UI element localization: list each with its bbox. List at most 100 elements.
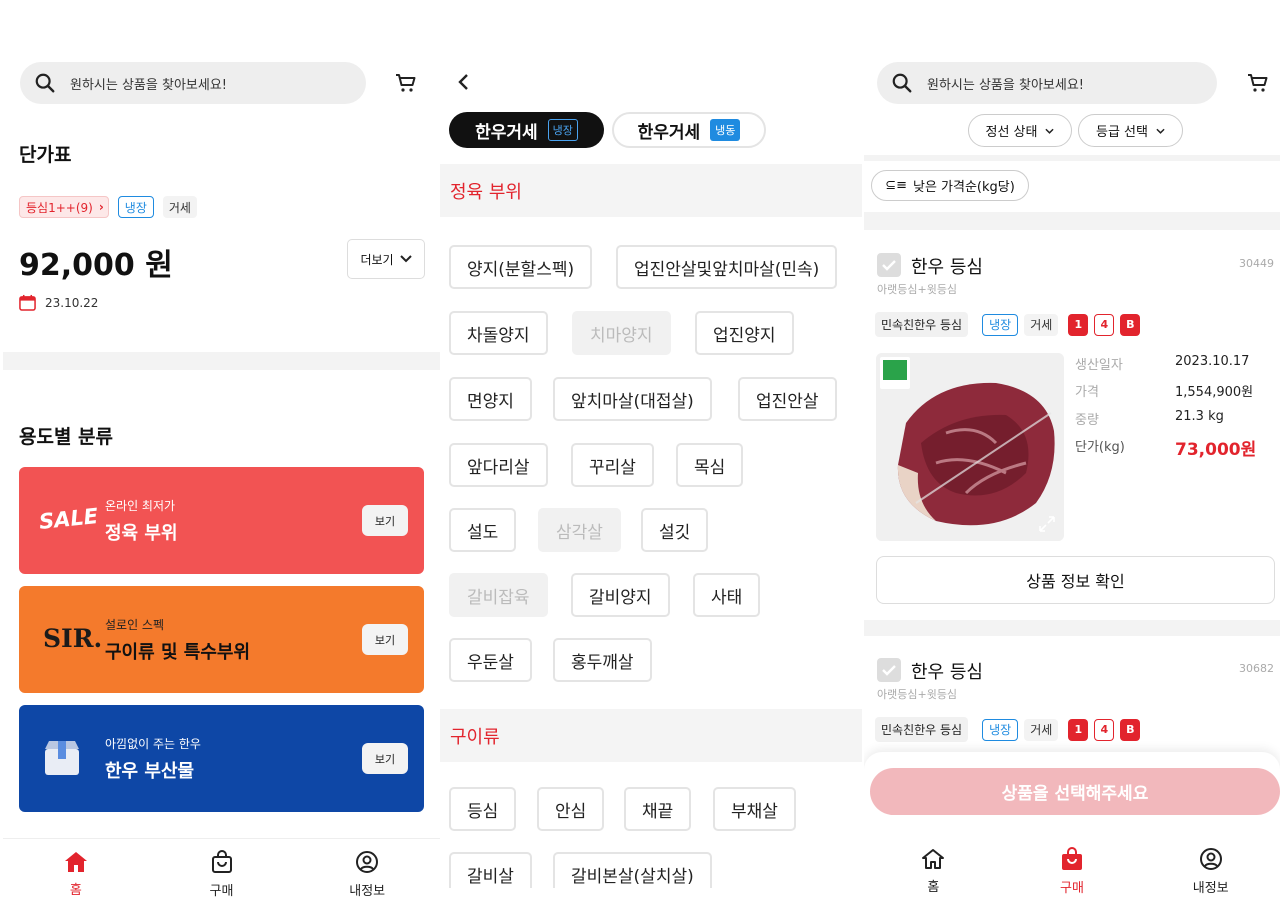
- product-info-button[interactable]: 상품 정보 확인: [876, 556, 1275, 604]
- card-subtitle: 설로인 스펙: [105, 618, 165, 632]
- nav-home[interactable]: 홈: [864, 832, 1003, 910]
- part-chip[interactable]: 사태: [693, 573, 761, 617]
- divider: [864, 620, 1280, 636]
- part-chip[interactable]: 채끝: [624, 787, 692, 831]
- part-chip-disabled: 치마양지: [572, 311, 671, 355]
- nav-buy-label: 구매: [1060, 880, 1084, 896]
- nav-home[interactable]: 홈: [3, 839, 149, 910]
- weight-value: 21.3 kg: [1175, 409, 1224, 424]
- tab-frozen[interactable]: 한우거세 냉동: [612, 112, 766, 148]
- part-chip[interactable]: 앞다리살: [449, 443, 548, 487]
- grade-chip-label: 등심1++(9): [26, 200, 93, 215]
- nav-myinfo[interactable]: 내정보: [1141, 832, 1280, 910]
- storage-badge: 냉장: [117, 196, 154, 218]
- view-button[interactable]: 보기: [362, 743, 408, 774]
- product-name: 한우 등심: [911, 257, 983, 278]
- price-value: 92,000 원: [19, 248, 173, 283]
- nav-buy[interactable]: 구매: [1003, 832, 1142, 910]
- tab-chilled[interactable]: 한우거세 냉장: [449, 112, 604, 148]
- search-bar[interactable]: 원하시는 상품을 찾아보세요!: [20, 62, 366, 104]
- prod-date-value: 2023.10.17: [1175, 354, 1250, 369]
- product-card: 한우 등심 30449 아랫등심+윗등심 민속친한우 등심 냉장 거세 1 4 …: [864, 230, 1280, 620]
- tab-badge: 냉장: [547, 119, 578, 141]
- search-bar[interactable]: 원하시는 상품을 찾아보세요!: [877, 62, 1217, 104]
- cart-icon[interactable]: [1246, 71, 1270, 95]
- nav-myinfo-label: 내정보: [349, 884, 386, 899]
- chevron-down-icon: [399, 255, 412, 263]
- chevron-down-icon: [1045, 128, 1055, 134]
- part-chip[interactable]: 설깃: [641, 508, 709, 552]
- filter-state-label: 정선 상태: [985, 125, 1038, 140]
- box-icon: [45, 741, 79, 775]
- part-chip[interactable]: 갈비양지: [571, 573, 670, 617]
- part-chip[interactable]: 양지(분할스펙): [449, 245, 593, 289]
- search-icon: [892, 73, 912, 93]
- part-chip[interactable]: 홍두깨살: [553, 638, 652, 682]
- product-id: 30682: [1239, 662, 1274, 675]
- part-chip[interactable]: 업진양지: [695, 311, 794, 355]
- category-card-sir[interactable]: SIR. 설로인 스펙 구이류 및 특수부위 보기: [19, 586, 424, 693]
- grade-badge: 1: [1068, 313, 1089, 336]
- grade-chip[interactable]: 등심1++(9) ›: [19, 196, 109, 218]
- seller-badge: 민속친한우 등심: [875, 312, 969, 337]
- part-chip[interactable]: 앞치마살(대접살): [553, 377, 712, 421]
- sort-button[interactable]: ⊆≡ 낮은 가격순(kg당): [871, 170, 1029, 201]
- product-image[interactable]: [876, 353, 1064, 541]
- part-chip[interactable]: 설도: [449, 508, 517, 552]
- sort-label: 낮은 가격순(kg당): [912, 180, 1015, 195]
- select-product-button[interactable]: 상품을 선택해주세요: [870, 768, 1280, 815]
- back-icon[interactable]: [457, 73, 469, 91]
- nav-buy[interactable]: 구매: [149, 839, 295, 910]
- part-chip-disabled: 갈비잡육: [449, 573, 548, 617]
- search-placeholder: 원하시는 상품을 찾아보세요!: [927, 77, 1084, 93]
- cart-icon[interactable]: [394, 71, 418, 95]
- sort-icon: ⊆≡: [885, 178, 907, 193]
- chevron-right-icon: ›: [98, 200, 104, 214]
- part-chip[interactable]: 면양지: [449, 377, 532, 421]
- filter-grade-label: 등급 선택: [1096, 125, 1148, 140]
- section-meat-cuts: 정육 부위: [440, 164, 862, 217]
- shopping-bag-icon: [211, 850, 232, 873]
- part-chip-disabled: 삼각살: [538, 508, 621, 552]
- part-chip[interactable]: 업진안살: [738, 377, 837, 421]
- more-dropdown[interactable]: 더보기: [347, 239, 425, 279]
- part-chip[interactable]: 우둔살: [449, 638, 532, 682]
- home-screen: 원하시는 상품을 찾아보세요! 단가표 등심1++(9) › 냉장 거세 92,…: [3, 0, 440, 910]
- divider: [864, 212, 1280, 230]
- shopping-bag-icon: [1062, 846, 1082, 870]
- filter-state-dropdown[interactable]: 정선 상태: [968, 114, 1072, 147]
- sir-logo: SIR.: [43, 624, 103, 653]
- unit-price-value: 73,000원: [1175, 440, 1257, 460]
- storage-badge: 냉장: [982, 718, 1019, 741]
- category-card-sale[interactable]: SALE 온라인 최저가 정육 부위 보기: [19, 467, 424, 574]
- grade-badge: 4: [1094, 718, 1115, 741]
- product-checkbox[interactable]: [877, 253, 901, 277]
- part-chip[interactable]: 목심: [676, 443, 744, 487]
- type-badge: 거세: [1024, 313, 1059, 336]
- home-icon: [922, 848, 945, 869]
- part-chip[interactable]: 부채살: [713, 787, 796, 831]
- nav-myinfo[interactable]: 내정보: [294, 839, 440, 910]
- filter-grade-dropdown[interactable]: 등급 선택: [1078, 114, 1183, 147]
- part-chip[interactable]: 등심: [449, 787, 517, 831]
- expand-icon[interactable]: [1038, 515, 1056, 533]
- type-badge: 거세: [1024, 718, 1059, 741]
- part-chip[interactable]: 차돌양지: [449, 311, 548, 355]
- more-label: 더보기: [360, 252, 394, 267]
- storage-badge: 냉장: [982, 313, 1019, 336]
- part-chip[interactable]: 안심: [537, 787, 605, 831]
- home-icon: [64, 852, 87, 872]
- product-id: 30449: [1239, 257, 1274, 270]
- category-title: 용도별 분류: [19, 426, 114, 448]
- part-chip[interactable]: 꾸리살: [571, 443, 654, 487]
- tab-label: 한우거세: [637, 122, 701, 143]
- view-button[interactable]: 보기: [362, 505, 408, 536]
- view-button[interactable]: 보기: [362, 624, 408, 655]
- type-badge: 거세: [162, 196, 197, 218]
- price-date: 23.10.22: [45, 295, 99, 310]
- bottom-fade: [440, 888, 862, 910]
- part-chip[interactable]: 업진안살및앞치마살(민속): [616, 245, 838, 289]
- user-circle-icon: [1199, 847, 1222, 870]
- product-checkbox[interactable]: [877, 658, 901, 682]
- category-card-byproduct[interactable]: 아낌없이 주는 한우 한우 부산물 보기: [19, 705, 424, 812]
